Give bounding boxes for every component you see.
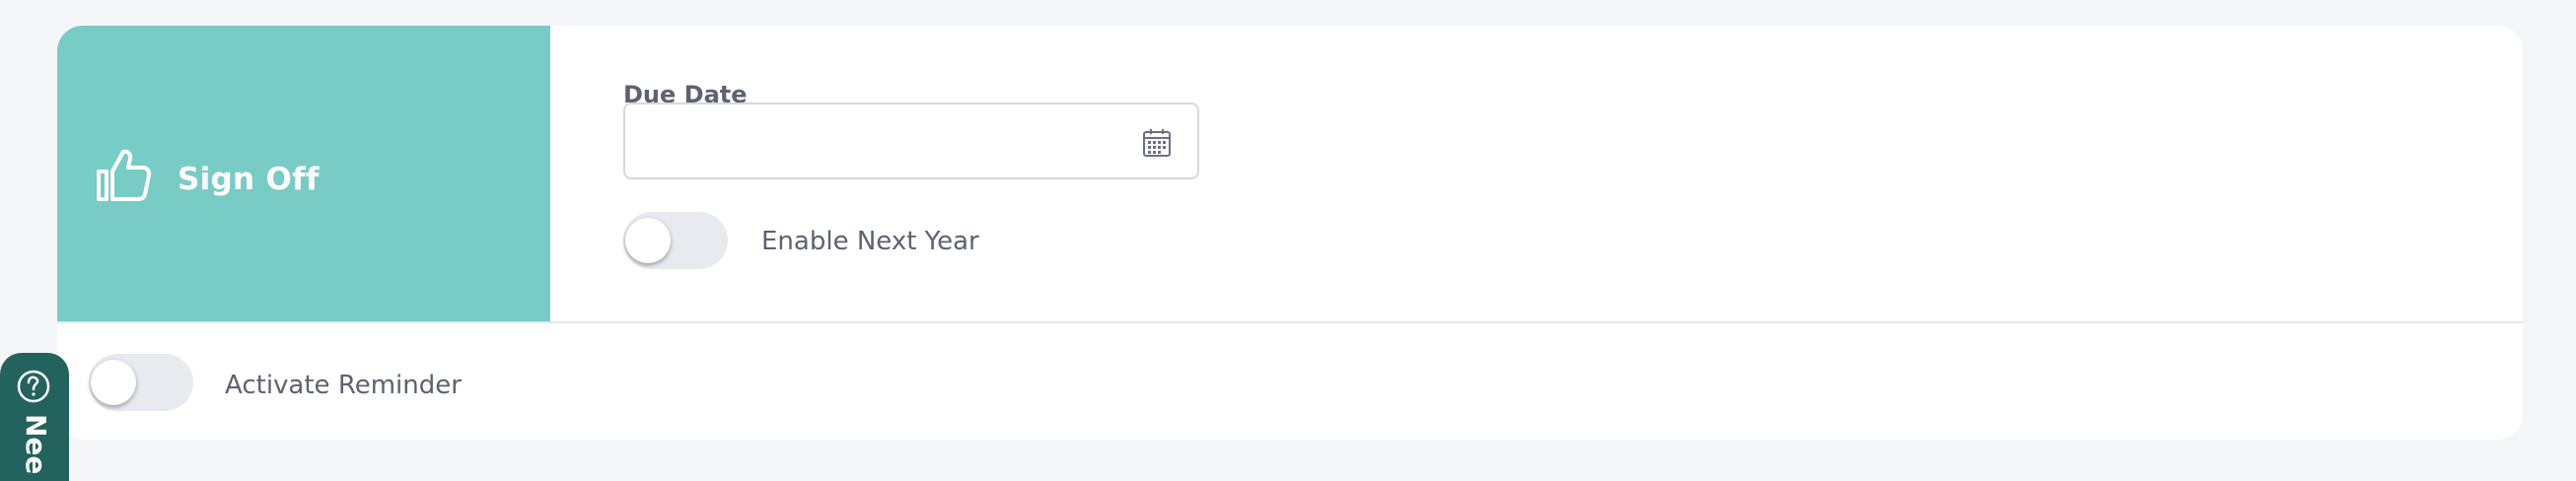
enable-next-year-toggle[interactable] [623, 212, 728, 269]
due-date-field[interactable] [623, 103, 1199, 179]
section-divider [57, 321, 2523, 323]
due-date-input[interactable] [625, 104, 1142, 177]
calendar-icon[interactable] [1142, 128, 1172, 158]
need-help-label: Nee [20, 414, 52, 475]
need-help-tab[interactable]: Nee [0, 353, 69, 481]
toggle-knob [91, 360, 136, 405]
help-question-icon [17, 370, 50, 403]
activate-reminder-toggle[interactable] [89, 354, 193, 411]
sign-off-title: Sign Off [178, 162, 320, 197]
sign-off-card: Sign Off Due Date Enable Next Year Activ… [57, 26, 2523, 440]
toggle-knob [625, 218, 671, 263]
thumbs-up-icon [97, 149, 152, 201]
activate-reminder-label: Activate Reminder [225, 371, 462, 400]
sign-off-panel: Sign Off [57, 26, 550, 321]
enable-next-year-label: Enable Next Year [761, 227, 979, 256]
